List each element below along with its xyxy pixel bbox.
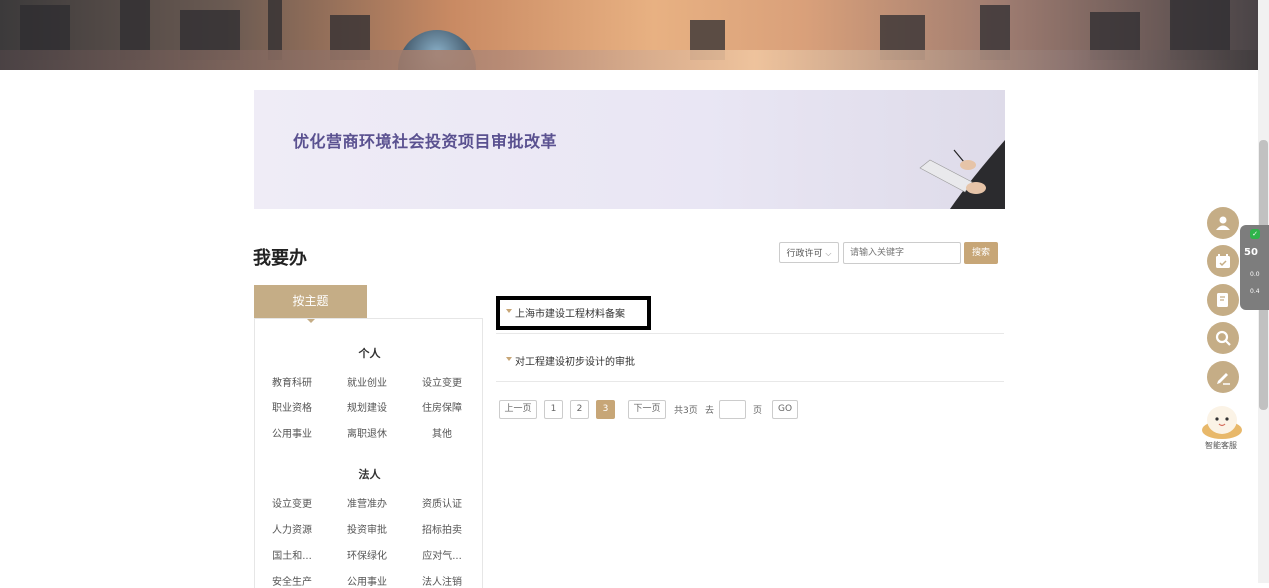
search-icon (1215, 330, 1231, 346)
theme-link[interactable]: 就业创业 (337, 374, 397, 389)
search-float-button[interactable] (1207, 322, 1239, 354)
form-button[interactable] (1207, 284, 1239, 316)
tab-by-theme[interactable]: 按主题 (254, 285, 367, 323)
next-page-button[interactable]: 下一页 (628, 400, 666, 419)
page-button-1[interactable]: 1 (544, 400, 563, 419)
theme-link[interactable]: 其他 (412, 425, 472, 440)
widget-value: 50 (1244, 247, 1258, 258)
theme-link[interactable]: 国土和... (262, 547, 322, 562)
promo-title: 优化营商环境社会投资项目审批改革 (293, 132, 558, 151)
theme-link[interactable]: 安全生产 (262, 573, 322, 588)
page-button-2[interactable]: 2 (570, 400, 589, 419)
search-input[interactable] (843, 242, 961, 264)
theme-link[interactable]: 设立变更 (262, 495, 322, 510)
goto-label: 去 (705, 406, 715, 416)
widget-up-value: 0.0 (1250, 271, 1260, 278)
list-item[interactable]: 对工程建设初步设计的审批 (496, 334, 1004, 382)
feedback-button[interactable] (1207, 361, 1239, 393)
theme-link[interactable]: 设立变更 (412, 374, 472, 389)
theme-link[interactable]: 招标拍卖 (412, 521, 472, 536)
chevron-down-icon: ⌵ (825, 249, 832, 258)
total-pages-text: 共3页 (674, 406, 698, 416)
city-banner-image (0, 0, 1258, 70)
theme-link[interactable]: 公用事业 (337, 573, 397, 588)
goto-page-input[interactable] (719, 400, 746, 419)
theme-link[interactable]: 规划建设 (337, 399, 397, 414)
theme-link[interactable]: 应对气... (412, 547, 472, 562)
highlight-box (496, 296, 651, 330)
theme-link[interactable]: 教育科研 (262, 374, 322, 389)
category-select-value: 行政许可 (786, 249, 823, 259)
user-icon (1216, 216, 1230, 230)
prev-page-button[interactable]: 上一页 (499, 400, 537, 419)
list-item-label: 对工程建设初步设计的审批 (515, 357, 635, 368)
theme-link[interactable]: 环保绿化 (337, 547, 397, 562)
theme-link[interactable]: 法人注销 (412, 573, 472, 588)
theme-link[interactable]: 住房保障 (412, 399, 472, 414)
pencil-icon (1217, 373, 1230, 385)
theme-panel: 个人 教育科研 就业创业 设立变更 职业资格 规划建设 住房保障 公用事业 离职… (254, 318, 483, 588)
theme-link[interactable]: 人力资源 (262, 521, 322, 536)
category-select[interactable]: 行政许可 ⌵ (779, 242, 839, 263)
user-button[interactable] (1207, 207, 1239, 239)
go-button[interactable]: GO (772, 400, 798, 419)
theme-link[interactable]: 公用事业 (262, 425, 322, 440)
widget-down-value: 0.4 (1250, 288, 1260, 295)
page-button-3[interactable]: 3 (596, 400, 615, 419)
theme-link[interactable]: 投资审批 (337, 521, 397, 536)
speed-widget[interactable]: ✓ 50 0.0 0.4 (1240, 225, 1269, 310)
calendar-button[interactable] (1207, 245, 1239, 277)
group-title-legal: 法人 (358, 468, 381, 481)
page-unit-label: 页 (753, 406, 763, 416)
search-button[interactable]: 搜索 (964, 242, 998, 264)
river-shape (0, 50, 1258, 70)
document-edit-icon (1217, 293, 1228, 307)
service-label: 智能客服 (1205, 441, 1237, 450)
page-title: 我要办 (253, 248, 307, 269)
theme-link[interactable]: 离职退休 (337, 425, 397, 440)
tab-label: 按主题 (292, 294, 329, 308)
group-title-personal: 个人 (358, 347, 381, 360)
calendar-icon (1216, 254, 1230, 268)
theme-link[interactable]: 职业资格 (262, 399, 322, 414)
theme-link[interactable]: 资质认证 (412, 495, 472, 510)
caret-down-icon (506, 357, 512, 361)
theme-link[interactable]: 准营准办 (337, 495, 397, 510)
promo-banner[interactable]: 优化营商环境社会投资项目审批改革 (254, 90, 1005, 209)
shield-check-icon: ✓ (1250, 229, 1260, 239)
businessman-writing-image (919, 140, 1005, 209)
mascot-icon[interactable] (1201, 400, 1243, 440)
